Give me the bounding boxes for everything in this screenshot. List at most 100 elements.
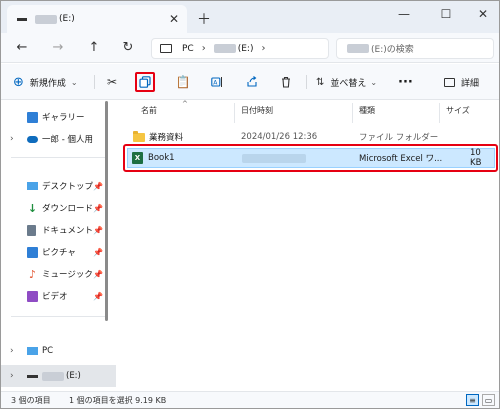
sidebar-item-label: ドキュメント: [42, 226, 94, 236]
chevron-right-icon[interactable]: ›: [10, 346, 14, 356]
tiles-view-icon[interactable]: ▭: [482, 394, 495, 406]
drive-icon: [27, 375, 38, 378]
pc-icon: [160, 44, 172, 53]
paste-icon[interactable]: 📋: [173, 72, 193, 92]
back-arrow-icon[interactable]: ←: [13, 40, 31, 55]
sidebar-item-pc[interactable]: › PC: [1, 341, 116, 361]
gallery-icon: [27, 111, 38, 123]
new-button[interactable]: ⊕ 新規作成 ⌄: [13, 73, 78, 91]
sidebar-item-drive-e[interactable]: › (E:): [1, 365, 116, 387]
pin-icon[interactable]: 📌: [93, 270, 103, 279]
column-header-date[interactable]: 日付時刻: [241, 105, 273, 116]
sidebar-item-label: ピクチャ: [42, 248, 76, 258]
share-icon[interactable]: [242, 72, 262, 92]
sidebar-item-music[interactable]: ♪ ミュージック 📌: [1, 264, 116, 284]
sidebar-item-label: PC: [42, 346, 54, 356]
chevron-down-icon: ⌄: [370, 77, 378, 87]
sort-icon: ⇅: [316, 76, 325, 88]
sidebar-scrollbar[interactable]: [105, 101, 108, 321]
sort-button[interactable]: ⇅ 並べ替え ⌄: [316, 73, 377, 91]
music-icon: ♪: [28, 267, 37, 281]
column-header-size[interactable]: サイズ: [446, 105, 470, 116]
navigation-pane: ギャラリー › 一郎 - 個人用 デスクトップ 📌 ↓ ダウンロード 📌 ドキュ…: [1, 101, 116, 391]
sidebar-item-label: ダウンロード: [42, 204, 94, 214]
forward-arrow-icon[interactable]: →: [49, 40, 67, 55]
column-header-type[interactable]: 種類: [359, 105, 375, 116]
redacted-drive-name: [42, 371, 64, 381]
navigation-bar: ← → ↑ ↻ PC › (E:) › (E:)の検索: [1, 33, 499, 63]
refresh-icon[interactable]: ↻: [119, 40, 137, 55]
sidebar-item-label: ミュージック: [42, 270, 93, 280]
chevron-right-icon[interactable]: ›: [10, 371, 14, 381]
copy-icon[interactable]: [135, 72, 155, 92]
divider: [11, 316, 106, 317]
file-explorer-window: (E:) ✕ ＋ — ☐ ✕ ← → ↑ ↻ PC › (E:) › (E:)の…: [0, 0, 500, 409]
drive-icon: [17, 17, 27, 21]
sidebar-item-gallery[interactable]: ギャラリー: [1, 107, 116, 127]
search-input[interactable]: (E:)の検索: [336, 38, 494, 59]
rename-icon[interactable]: A: [207, 72, 227, 92]
column-divider[interactable]: [439, 103, 440, 123]
divider: [11, 157, 106, 158]
new-tab-button[interactable]: ＋: [197, 9, 211, 29]
tab-drive-e[interactable]: (E:) ✕: [7, 5, 187, 33]
close-window-button[interactable]: ✕: [466, 5, 499, 23]
video-icon: [27, 290, 38, 302]
pictures-icon: [27, 246, 38, 258]
pc-icon: [27, 347, 38, 355]
sort-ascending-icon: ^: [182, 100, 188, 108]
details-label: 詳細: [461, 78, 480, 89]
cloud-icon: [27, 136, 38, 143]
pin-icon[interactable]: 📌: [93, 248, 103, 257]
sidebar-item-label: 一郎 - 個人用: [42, 135, 93, 145]
up-arrow-icon[interactable]: ↑: [85, 40, 103, 55]
more-options-icon[interactable]: ···: [398, 73, 413, 91]
close-tab-icon[interactable]: ✕: [169, 12, 179, 26]
item-count: 3 個の項目: [11, 396, 51, 405]
plus-icon: ⊕: [13, 74, 24, 90]
sort-label: 並べ替え: [330, 78, 367, 89]
column-header-name[interactable]: 名前: [141, 105, 157, 116]
delete-icon[interactable]: [276, 72, 296, 92]
breadcrumb-drive[interactable]: (E:): [238, 44, 254, 54]
selection-info: 1 個の項目を選択 9.19 KB: [69, 396, 167, 405]
chevron-right-icon: ›: [261, 43, 266, 54]
pin-icon[interactable]: 📌: [93, 292, 103, 301]
cut-icon[interactable]: ✂: [102, 72, 122, 92]
pin-icon[interactable]: 📌: [93, 204, 103, 213]
sidebar-item-videos[interactable]: ビデオ 📌: [1, 286, 116, 306]
details-view-icon[interactable]: ≡: [466, 394, 479, 406]
sidebar-item-pictures[interactable]: ピクチャ 📌: [1, 242, 116, 262]
minimize-button[interactable]: —: [387, 5, 421, 23]
sidebar-item-documents[interactable]: ドキュメント 📌: [1, 220, 116, 240]
redacted-drive-name: [347, 44, 369, 53]
redacted-drive-name: [35, 14, 57, 24]
breadcrumb-pc[interactable]: PC: [182, 44, 194, 54]
title-bar: (E:) ✕ ＋ — ☐ ✕: [1, 1, 499, 33]
divider: [306, 75, 307, 89]
sidebar-item-label: (E:): [42, 371, 81, 381]
desktop-icon: [27, 182, 38, 190]
sidebar-item-desktop[interactable]: デスクトップ 📌: [1, 176, 116, 196]
column-divider[interactable]: [352, 103, 353, 123]
sidebar-item-downloads[interactable]: ↓ ダウンロード 📌: [1, 198, 116, 218]
pin-icon[interactable]: 📌: [93, 226, 103, 235]
document-icon: [27, 224, 36, 236]
command-bar: ⊕ 新規作成 ⌄ ✂ 📋 A ⇅ 並べ替え ⌄ ··· 詳細: [1, 64, 499, 100]
sidebar-item-onedrive[interactable]: › 一郎 - 個人用: [1, 129, 116, 149]
tab-label: (E:): [59, 14, 75, 24]
file-date: 2024/01/26 12:36: [241, 132, 318, 142]
chevron-right-icon: ›: [201, 43, 206, 54]
pin-icon[interactable]: 📌: [93, 182, 103, 191]
details-pane-button[interactable]: 詳細: [444, 73, 479, 91]
maximize-button[interactable]: ☐: [429, 5, 463, 23]
sidebar-item-label: ギャラリー: [42, 113, 85, 123]
selection-highlight-frame: [123, 144, 498, 172]
chevron-right-icon[interactable]: ›: [10, 134, 14, 144]
column-divider[interactable]: [234, 103, 235, 123]
sidebar-item-label: ビデオ: [42, 292, 68, 302]
address-bar[interactable]: PC › (E:) ›: [151, 38, 329, 59]
details-pane-icon: [444, 77, 455, 87]
folder-icon: [133, 130, 145, 142]
chevron-down-icon: ⌄: [70, 77, 78, 87]
